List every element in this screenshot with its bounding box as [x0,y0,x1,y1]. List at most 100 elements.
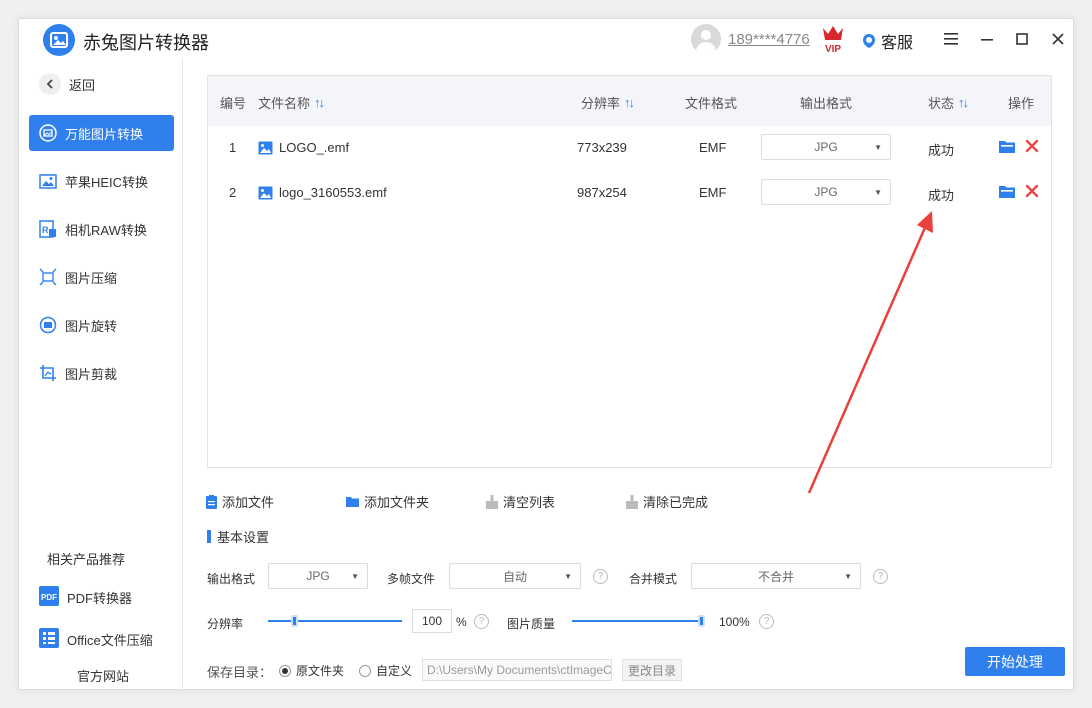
related-item-pdf[interactable]: PDF PDF转换器 [39,586,132,609]
column-name[interactable]: 文件名称 ↑↓ [258,93,325,112]
sidebar-item-label: 图片压缩 [65,270,118,286]
maximize-icon[interactable] [1012,29,1032,49]
save-path-input[interactable]: D:\Users\My Documents\ctImageC [422,659,612,681]
related-products-title: 相关产品推荐 [47,552,126,567]
back-button[interactable]: 返回 [39,73,95,95]
caret-down-icon: ▼ [844,572,852,581]
help-icon[interactable]: ? [759,614,774,629]
service-label: 客服 [881,35,914,52]
related-item-office[interactable]: Office文件压缩 [39,628,153,651]
delete-icon[interactable] [1025,139,1039,153]
image-convert-icon [39,124,57,142]
basic-settings-title: 基本设置 [207,527,269,546]
help-icon[interactable]: ? [873,569,888,584]
change-dir-button[interactable]: 更改目录 [622,659,682,681]
output-format-label: 输出格式 [207,572,256,586]
multi-frame-dropdown[interactable]: 自动 ▼ [449,563,581,589]
open-folder-icon[interactable] [999,184,1015,198]
open-folder-icon[interactable] [999,139,1015,153]
column-output: 输出格式 [800,96,853,111]
compress-icon [39,268,57,286]
resolution-input[interactable]: 100 [412,609,452,633]
help-icon[interactable]: ? [474,614,489,629]
radio-original-folder[interactable]: 原文件夹 [279,662,344,679]
svg-text:R: R [42,225,49,235]
radio-custom-folder[interactable]: 自定义 [359,662,412,679]
account-phone[interactable]: 189****4776 [728,31,810,48]
file-table: 编号 文件名称 ↑↓ 分辨率 ↑↓ 文件格式 输出格式 状态 ↑↓ 操作 1 LOGO… [207,75,1052,468]
resolution-slider-handle[interactable] [290,615,298,627]
row-actions [999,184,1039,198]
sidebar-item-raw[interactable]: R 相机RAW转换 [29,211,174,247]
app-title: 赤兔图片转换器 [83,33,209,53]
caret-down-icon: ▼ [564,572,572,581]
sidebar-item-label: 图片旋转 [65,318,118,334]
merge-mode-label: 合并模式 [629,572,678,586]
rotate-icon [39,316,57,334]
table-row[interactable]: 2 logo_3160553.emf 987x254 EMF JPG ▼ 成功 [208,171,1051,216]
table-row[interactable]: 1 LOGO_.emf 773x239 EMF JPG ▼ 成功 [208,126,1051,171]
row-index: 2 [229,185,237,200]
add-file-button[interactable]: 添加文件 [206,492,274,511]
sort-icon[interactable]: ↑↓ [624,95,635,110]
sort-icon[interactable]: ↑↓ [958,95,969,110]
sidebar-item-compress[interactable]: 图片压缩 [29,259,174,295]
start-process-button[interactable]: 开始处理 [965,647,1065,676]
sidebar-item-heic[interactable]: 苹果HEIC转换 [29,163,174,199]
column-status[interactable]: 状态 ↑↓ [928,93,969,112]
row-status: 成功 [928,188,955,203]
resolution-label: 分辨率 [207,617,244,631]
output-format-dropdown[interactable]: JPG ▼ [268,563,368,589]
column-index: 编号 [220,96,247,111]
sidebar-item-rotate[interactable]: 图片旋转 [29,307,174,343]
column-resolution[interactable]: 分辨率 ↑↓ [581,93,635,112]
resolution-slider[interactable] [268,620,402,622]
crop-icon [39,364,57,382]
clear-completed-button[interactable]: 清除已完成 [626,492,708,511]
official-website-link[interactable]: 官方网站 [77,666,129,685]
app-window: 赤兔图片转换器 189****4776 VIP 客服 返回 万能图片转换 苹果H… [18,18,1074,690]
radio-unchecked-icon [359,664,371,677]
service-icon [863,34,875,48]
delete-icon[interactable] [1025,184,1039,198]
svg-text:PDF: PDF [41,593,57,602]
row-actions [999,139,1039,153]
quality-slider[interactable] [572,620,702,622]
clear-list-button[interactable]: 清空列表 [486,492,555,511]
quality-slider-handle[interactable] [698,615,705,627]
column-actions: 操作 [1008,96,1035,111]
menu-icon[interactable] [941,29,961,49]
image-file-icon [258,141,273,154]
related-item-label: Office文件压缩 [67,633,153,648]
resolution-unit: % [456,615,467,629]
row-format: EMF [699,140,727,155]
row-index: 1 [229,140,237,155]
customer-service-button[interactable]: 客服 [861,29,913,53]
row-file-name: logo_3160553.emf [258,185,387,200]
sidebar-item-crop[interactable]: 图片剪裁 [29,355,174,391]
broom-icon [486,494,498,509]
sidebar-item-image-convert[interactable]: 万能图片转换 [29,115,174,151]
image-file-icon [258,186,273,199]
row-file-name: LOGO_.emf [258,140,349,155]
add-folder-button[interactable]: 添加文件夹 [346,492,429,511]
help-icon[interactable]: ? [593,569,608,584]
add-file-icon [206,494,217,509]
save-dir-label: 保存目录： [207,665,273,680]
sort-icon[interactable]: ↑↓ [314,95,325,110]
merge-mode-dropdown[interactable]: 不合并 ▼ [691,563,861,589]
app-logo-icon [43,24,75,56]
minimize-icon[interactable] [977,29,997,49]
avatar[interactable] [691,24,721,54]
sidebar: 返回 万能图片转换 苹果HEIC转换 R 相机RAW转换 图片压缩 图片旋转 图… [19,59,183,689]
row-resolution: 773x239 [577,140,627,155]
output-format-select[interactable]: JPG ▼ [761,134,891,160]
output-format-select[interactable]: JPG ▼ [761,179,891,205]
close-icon[interactable] [1048,29,1068,49]
sidebar-item-label: 万能图片转换 [65,126,144,142]
vip-crown-icon[interactable]: VIP [820,24,846,55]
sidebar-item-label: 相机RAW转换 [65,222,147,238]
pdf-icon: PDF [39,586,59,609]
folder-icon [346,497,359,507]
caret-down-icon: ▼ [874,143,882,152]
